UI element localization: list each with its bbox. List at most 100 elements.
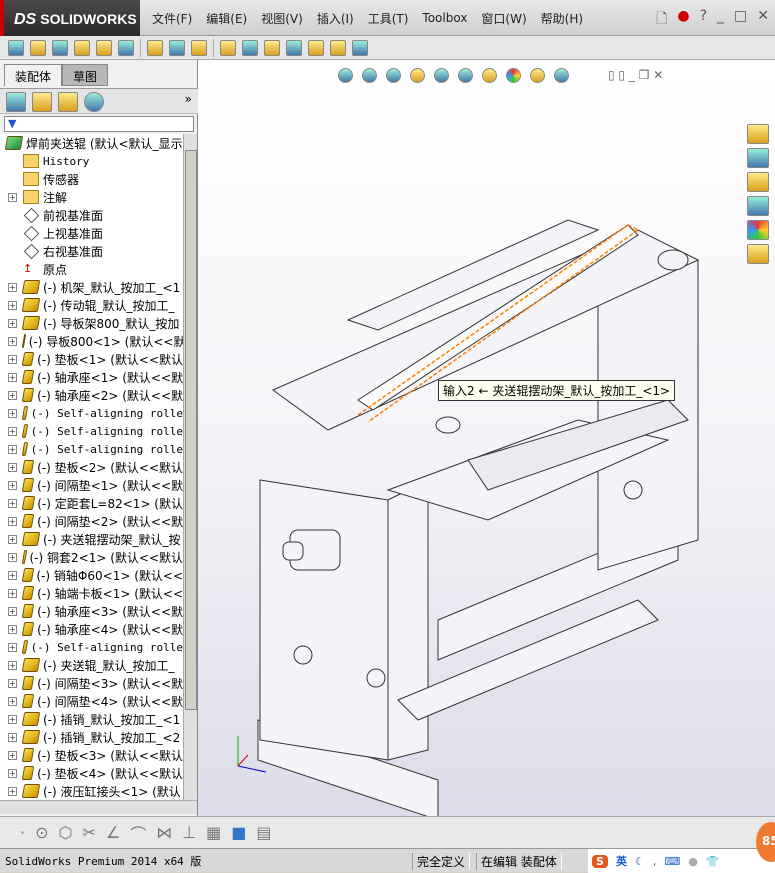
expand-icon[interactable]: + [8,732,17,742]
tab-sketch[interactable]: 草图 [62,64,109,86]
tree-component[interactable]: + (-) 垫板<2> (默认<<默认 [0,458,183,476]
tree-component[interactable]: + (-) 液压缸接头<1> (默认 [0,782,183,800]
exploded-view-icon[interactable] [264,39,280,56]
menu-item[interactable]: Toolbox [415,11,474,25]
expand-panel-icon[interactable]: » [185,92,192,110]
tree-component[interactable]: + (-) 间隔垫<2> (默认<<默 [0,512,183,530]
feature-manager-icon[interactable] [6,92,26,112]
maximize-button[interactable]: □ [734,8,747,32]
expand-icon[interactable]: + [8,534,17,544]
tab-assembly[interactable]: 装配体 [4,64,63,86]
filter-icon[interactable]: ▼ [4,116,194,132]
expand-icon[interactable]: + [8,570,17,580]
skin-shirt-icon[interactable]: 👕 [706,855,720,868]
tree-root[interactable]: 焊前夹送辊 (默认<默认_显示 [0,134,183,152]
expand-icon[interactable]: + [8,498,17,508]
tree-component[interactable]: + (-) 机架_默认_按加工_<1 [0,278,183,296]
minimize-button[interactable]: _ [717,8,724,32]
tree-component[interactable]: + (-) 销轴Φ60<1> (默认<< [0,566,183,584]
tree-component[interactable]: + (-) 轴端卡板<1> (默认<< [0,584,183,602]
shaded-sketch-icon[interactable]: ■ [231,823,246,842]
menu-item[interactable]: 文件(F) [145,10,199,27]
expand-icon[interactable]: + [8,552,17,562]
tree-item[interactable]: 右视基准面 [0,242,183,260]
menu-item[interactable]: 工具(T) [361,10,416,27]
tree-component[interactable]: + (-) Self-aligning rolle [0,422,183,440]
smart-fastener-icon[interactable] [96,39,112,56]
tree-component[interactable]: + (-) 铜套2<1> (默认<<默认 [0,548,183,566]
tree-component[interactable]: + (-) 夹送辊摆动架_默认_按 [0,530,183,548]
tree-component[interactable]: + (-) 垫板<4> (默认<<默认 [0,764,183,782]
mirror-icon[interactable]: ⋈ [156,823,172,842]
help-icon[interactable]: ? [700,8,707,32]
tree-component[interactable]: + (-) 间隔垫<1> (默认<<默 [0,476,183,494]
move-component-icon[interactable] [118,39,134,56]
fillet-icon[interactable]: ⌒ [130,821,146,845]
paperclip-icon[interactable] [52,39,68,56]
menu-item[interactable]: 窗口(W) [474,10,533,27]
menu-item[interactable]: 帮助(H) [534,10,590,27]
expand-icon[interactable]: + [8,408,17,418]
clearance-icon[interactable] [330,39,346,56]
tree-component[interactable]: + (-) Self-aligning rolle [0,404,183,422]
expand-icon[interactable]: + [8,606,17,616]
new-document-icon[interactable]: 🗋 [656,8,667,32]
configuration-manager-icon[interactable] [58,92,78,112]
expand-icon[interactable]: + [8,750,17,760]
punctuation-icon[interactable]: , [653,855,657,868]
expand-icon[interactable]: + [8,426,17,436]
interference-icon[interactable] [308,39,324,56]
polygon-icon[interactable]: ⬡ [59,823,73,842]
linear-pattern-icon[interactable] [74,39,90,56]
expand-icon[interactable]: + [8,660,17,670]
solidworks-logo[interactable]: DS SOLIDWORKS [0,0,140,36]
expand-icon[interactable]: + [8,192,17,202]
tree-item[interactable]: 前视基准面 [0,206,183,224]
user-icon[interactable]: ● [688,855,698,868]
expand-icon[interactable]: + [8,642,17,652]
new-motion-study-icon[interactable] [220,39,236,56]
expand-icon[interactable]: + [8,336,17,346]
tree-item[interactable]: History [0,152,183,170]
mate-icon[interactable] [30,39,46,56]
tree-component[interactable]: + (-) 导板架800_默认_按加 [0,314,183,332]
tree-component[interactable]: + (-) 插销_默认_按加工_<1 [0,710,183,728]
expand-icon[interactable]: + [8,444,17,454]
tree-component[interactable]: + (-) 插销_默认_按加工_<2 [0,728,183,746]
relation-icon[interactable]: ⊥ [182,823,196,842]
expand-icon[interactable]: + [8,282,17,292]
ime-language[interactable]: 英 [616,853,627,869]
tree-item[interactable]: + 注解 [0,188,183,206]
assembly-model[interactable] [198,60,775,816]
menu-item[interactable]: 编辑(E) [199,10,254,27]
expand-icon[interactable]: + [8,786,17,796]
assembly-features-icon[interactable] [169,39,185,56]
circle-icon[interactable]: ⊙ [35,823,48,842]
expand-icon[interactable]: + [8,480,17,490]
tree-component[interactable]: + (-) 轴承座<2> (默认<<默 [0,386,183,404]
expand-icon[interactable]: + [8,318,17,328]
tree-item[interactable]: 传感器 [0,170,183,188]
tree-component[interactable]: + (-) 垫板<3> (默认<<默认 [0,746,183,764]
tree-component[interactable]: + (-) 间隔垫<3> (默认<<默 [0,674,183,692]
tree-component[interactable]: + (-) 导板800<1> (默认<<默 [0,332,183,350]
expand-icon[interactable]: + [8,696,17,706]
bill-of-materials-icon[interactable] [242,39,258,56]
display-manager-icon[interactable] [84,92,104,112]
instant3d-icon[interactable] [352,39,368,56]
expand-icon[interactable]: + [8,462,17,472]
expand-icon[interactable]: + [8,354,17,364]
expand-icon[interactable]: + [8,624,17,634]
expand-icon[interactable]: + [8,300,17,310]
expand-icon[interactable]: + [8,390,17,400]
explode-line-icon[interactable] [286,39,302,56]
menu-item[interactable]: 插入(I) [310,10,361,27]
tree-component[interactable]: + (-) 定距套L=82<1> (默认 [0,494,183,512]
graphics-viewport[interactable]: ▯ ▯ _ ❐ ✕ 输入2 ← 夹送辊摆动架_默认_按加工_<1> [198,60,775,816]
expand-icon[interactable]: + [8,768,17,778]
expand-icon[interactable]: + [8,678,17,688]
tree-horizontal-scrollbar[interactable] [0,800,197,814]
expand-icon[interactable]: + [8,372,17,382]
table-icon[interactable]: ▤ [256,823,271,842]
point-icon[interactable]: · [20,823,25,842]
